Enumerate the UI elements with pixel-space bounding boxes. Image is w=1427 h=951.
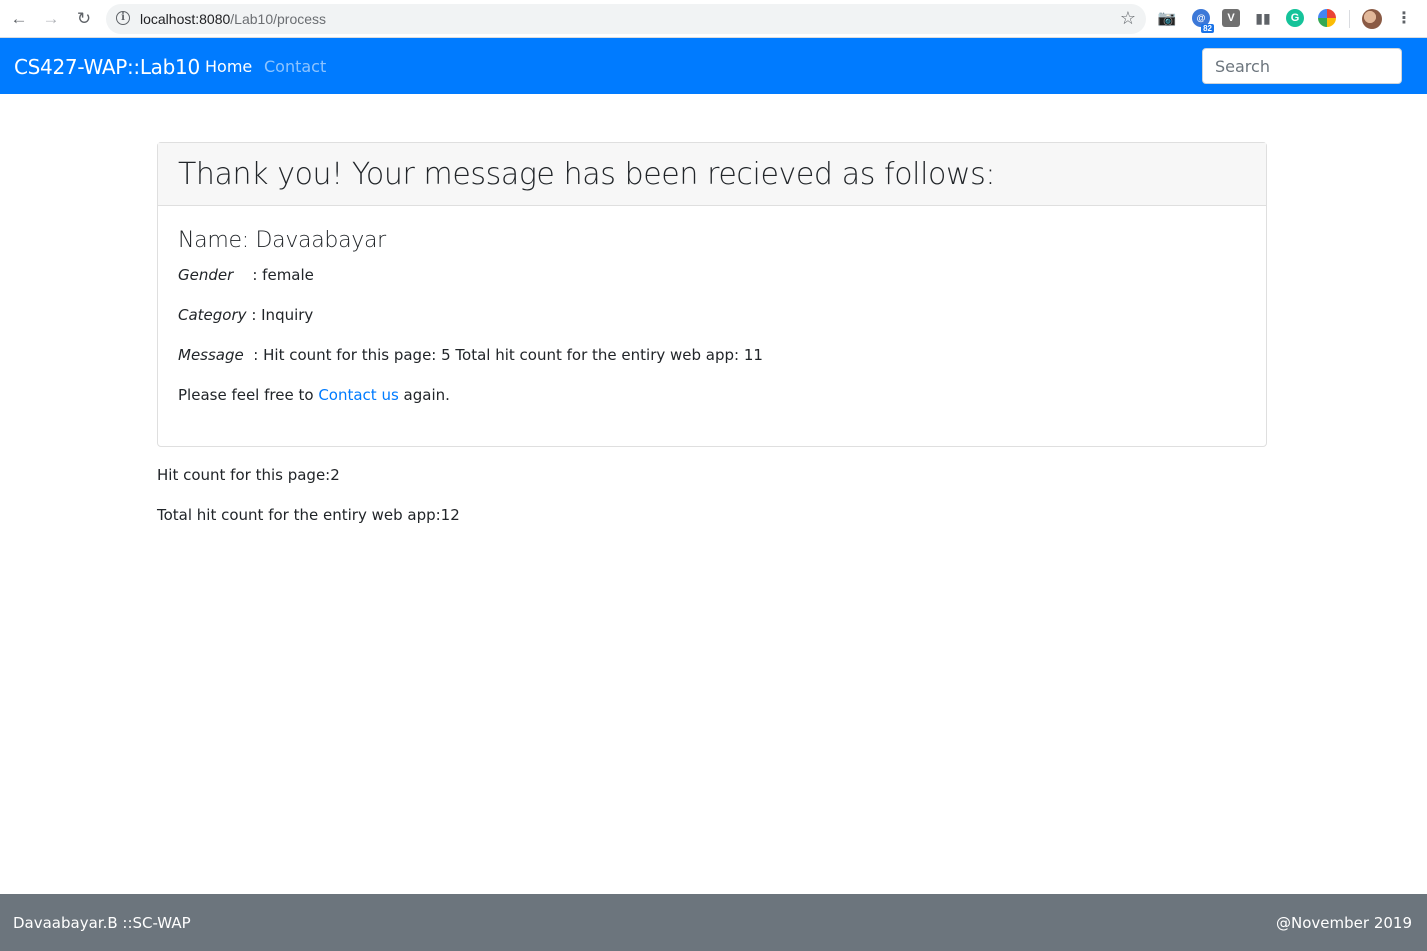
contact-suffix: again. <box>403 386 450 404</box>
contact-us-link[interactable]: Contact us <box>318 386 398 404</box>
name-line: Name: Davaabayar <box>178 228 386 253</box>
message-value: : Hit count for this page: 5 Total hit c… <box>253 346 763 364</box>
category-row: Category : Inquiry <box>178 305 1246 325</box>
footer: Davaabayar.B ::SC-WAP @November 2019 <box>0 894 1427 951</box>
search-input[interactable] <box>1202 48 1402 84</box>
gender-row: Gender : female <box>178 265 1246 285</box>
gender-value: : female <box>252 266 314 284</box>
url-text[interactable]: localhost:8080/Lab10/process <box>140 11 326 27</box>
chart-icon[interactable]: ▮▮ <box>1254 9 1272 27</box>
g-extension-icon[interactable]: G <box>1286 9 1304 27</box>
confirmation-heading: Thank you! Your message has been recieve… <box>178 157 996 192</box>
navbar: CS427-WAP::Lab10 Home Contact <box>0 38 1427 94</box>
card-header: Thank you! Your message has been recieve… <box>158 143 1266 206</box>
back-arrow-icon[interactable]: ← <box>8 8 30 30</box>
url-path: /Lab10/process <box>230 11 327 27</box>
profile-avatar-icon[interactable] <box>1362 9 1382 29</box>
bookmark-star-icon[interactable]: ☆ <box>1120 8 1136 29</box>
toolbar-divider <box>1349 10 1350 28</box>
category-value: : Inquiry <box>251 306 314 324</box>
contact-again-row: Please feel free to Contact us again. <box>178 385 1246 405</box>
camera-icon[interactable]: 📷 <box>1158 9 1177 27</box>
confirmation-card: Thank you! Your message has been recieve… <box>157 142 1267 447</box>
browser-toolbar: ← → ↻ i localhost:8080/Lab10/process ☆ 📷… <box>0 0 1427 38</box>
color-wheel-icon[interactable] <box>1318 9 1336 27</box>
kebab-menu-icon[interactable]: ⋮ <box>1395 9 1413 27</box>
gender-label: Gender <box>178 266 234 284</box>
info-icon[interactable]: i <box>116 11 130 25</box>
address-bar[interactable]: i localhost:8080/Lab10/process ☆ <box>106 4 1146 34</box>
grammarly-icon[interactable]: @82 <box>1192 9 1214 33</box>
message-row: Message : Hit count for this page: 5 Tot… <box>178 345 1246 365</box>
footer-date: @November 2019 <box>1276 914 1412 932</box>
card-body: Name: Davaabayar Gender : female Categor… <box>158 206 1266 405</box>
nav-link-home[interactable]: Home <box>205 57 252 76</box>
total-hit-count: Total hit count for the entiry web app:1… <box>157 506 460 524</box>
reload-icon[interactable]: ↻ <box>73 8 95 30</box>
navbar-brand[interactable]: CS427-WAP::Lab10 <box>14 55 200 79</box>
footer-author: Davaabayar.B ::SC-WAP <box>13 914 191 932</box>
message-label: Message <box>178 346 244 364</box>
extension-badge: 82 <box>1201 24 1214 33</box>
forward-arrow-icon[interactable]: → <box>40 8 62 30</box>
category-label: Category <box>178 306 247 324</box>
page-hit-count: Hit count for this page:2 <box>157 466 340 484</box>
nav-link-contact[interactable]: Contact <box>264 57 326 76</box>
contact-prefix: Please feel free to <box>178 386 314 404</box>
url-host: localhost:8080 <box>140 11 231 27</box>
v-extension-icon[interactable]: V <box>1222 9 1240 27</box>
